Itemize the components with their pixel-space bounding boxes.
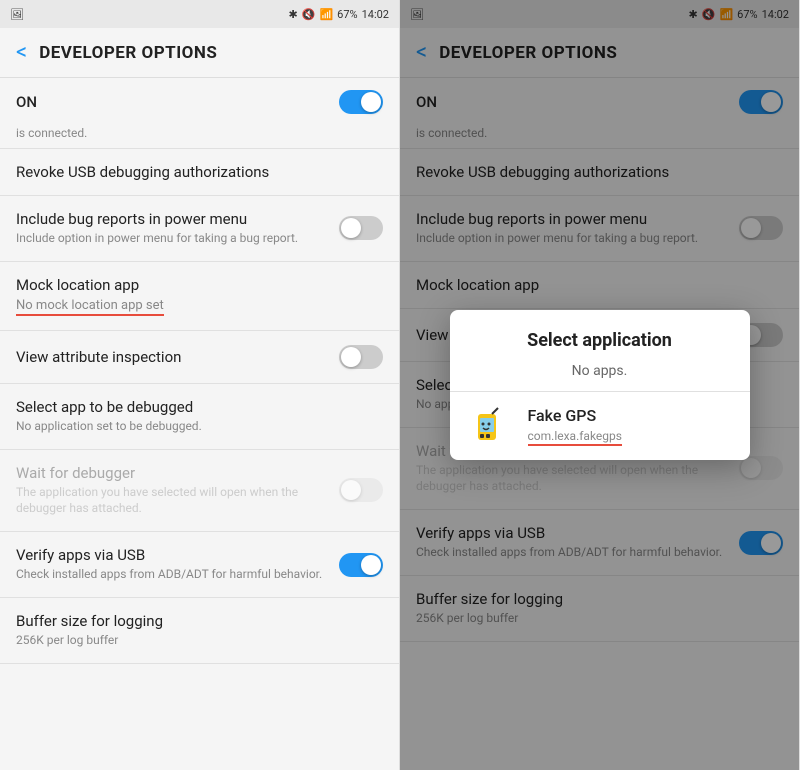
- debug-app-title-left: Select app to be debugged: [16, 398, 383, 416]
- bug-reports-title-left: Include bug reports in power menu: [16, 210, 339, 228]
- bug-reports-toggle-left[interactable]: [339, 216, 383, 240]
- buffer-size-subtitle-left: 256K per log buffer: [16, 632, 383, 649]
- dialog-title: Select application: [450, 330, 750, 351]
- time-text: 14:02: [362, 8, 389, 21]
- view-attribute-title-left: View attribute inspection: [16, 348, 339, 366]
- mock-location-title-left: Mock location app: [16, 276, 383, 294]
- status-right-icons: ✱ 🔇 📶 67% 14:02: [289, 8, 389, 21]
- top-bar-left: < DEVELOPER OPTIONS: [0, 28, 399, 78]
- on-row-left: ON: [0, 78, 399, 126]
- setting-verify-usb-left[interactable]: Verify apps via USB Check installed apps…: [0, 532, 399, 597]
- bluetooth-icon: ✱: [289, 8, 298, 21]
- status-left-icons: 🖼: [10, 8, 24, 21]
- view-attribute-toggle-left[interactable]: [339, 345, 383, 369]
- signal-icon: 📶: [319, 8, 333, 21]
- revoke-usb-title-left: Revoke USB debugging authorizations: [16, 163, 383, 181]
- setting-buffer-size-left[interactable]: Buffer size for logging 256K per log buf…: [0, 598, 399, 663]
- on-label-left: ON: [16, 93, 37, 111]
- connected-text-left: is connected.: [0, 126, 399, 148]
- setting-debug-app-left[interactable]: Select app to be debugged No application…: [0, 384, 399, 449]
- wait-debugger-toggle-left: [339, 478, 383, 502]
- select-application-dialog: Select application No apps.: [450, 310, 750, 460]
- notification-icon: 🖼: [10, 8, 24, 21]
- content-left: ON is connected. Revoke USB debugging au…: [0, 78, 399, 770]
- app-info-fake-gps: Fake GPS com.lexa.fakegps: [528, 406, 730, 446]
- mute-icon: 🔇: [302, 8, 316, 21]
- battery-text: 67%: [337, 8, 357, 21]
- verify-usb-subtitle-left: Check installed apps from ADB/ADT for ha…: [16, 566, 339, 583]
- debug-app-subtitle-left: No application set to be debugged.: [16, 418, 383, 435]
- dialog-no-apps: No apps.: [450, 359, 750, 391]
- wait-debugger-subtitle-left: The application you have selected will o…: [16, 484, 339, 518]
- panel-right: 🖼 ✱ 🔇 📶 67% 14:02 < DEVELOPER OPTIONS ON…: [400, 0, 800, 770]
- verify-usb-title-left: Verify apps via USB: [16, 546, 339, 564]
- mock-location-value-left: No mock location app set: [16, 298, 164, 316]
- screen-title-left: DEVELOPER OPTIONS: [39, 43, 217, 63]
- setting-revoke-usb-left[interactable]: Revoke USB debugging authorizations: [0, 149, 399, 195]
- app-name-fake-gps: Fake GPS: [528, 406, 730, 425]
- wait-debugger-title-left: Wait for debugger: [16, 464, 339, 482]
- setting-view-attribute-left[interactable]: View attribute inspection: [0, 331, 399, 383]
- dialog-overlay: Select application No apps.: [400, 0, 799, 770]
- app-package-fake-gps: com.lexa.fakegps: [528, 429, 622, 446]
- dialog-app-row[interactable]: Fake GPS com.lexa.fakegps: [450, 392, 750, 460]
- setting-wait-debugger-left: Wait for debugger The application you ha…: [0, 450, 399, 532]
- buffer-size-title-left: Buffer size for logging: [16, 612, 383, 630]
- app-icon-fake-gps: [470, 404, 514, 448]
- bug-reports-subtitle-left: Include option in power menu for taking …: [16, 230, 339, 247]
- setting-mock-location-left[interactable]: Mock location app No mock location app s…: [0, 262, 399, 330]
- verify-usb-toggle-left[interactable]: [339, 553, 383, 577]
- status-bar-left: 🖼 ✱ 🔇 📶 67% 14:02: [0, 0, 399, 28]
- back-button-left[interactable]: <: [16, 40, 27, 65]
- setting-bug-reports-left[interactable]: Include bug reports in power menu Includ…: [0, 196, 399, 261]
- panel-left: 🖼 ✱ 🔇 📶 67% 14:02 < DEVELOPER OPTIONS ON…: [0, 0, 400, 770]
- on-toggle-left[interactable]: [339, 90, 383, 114]
